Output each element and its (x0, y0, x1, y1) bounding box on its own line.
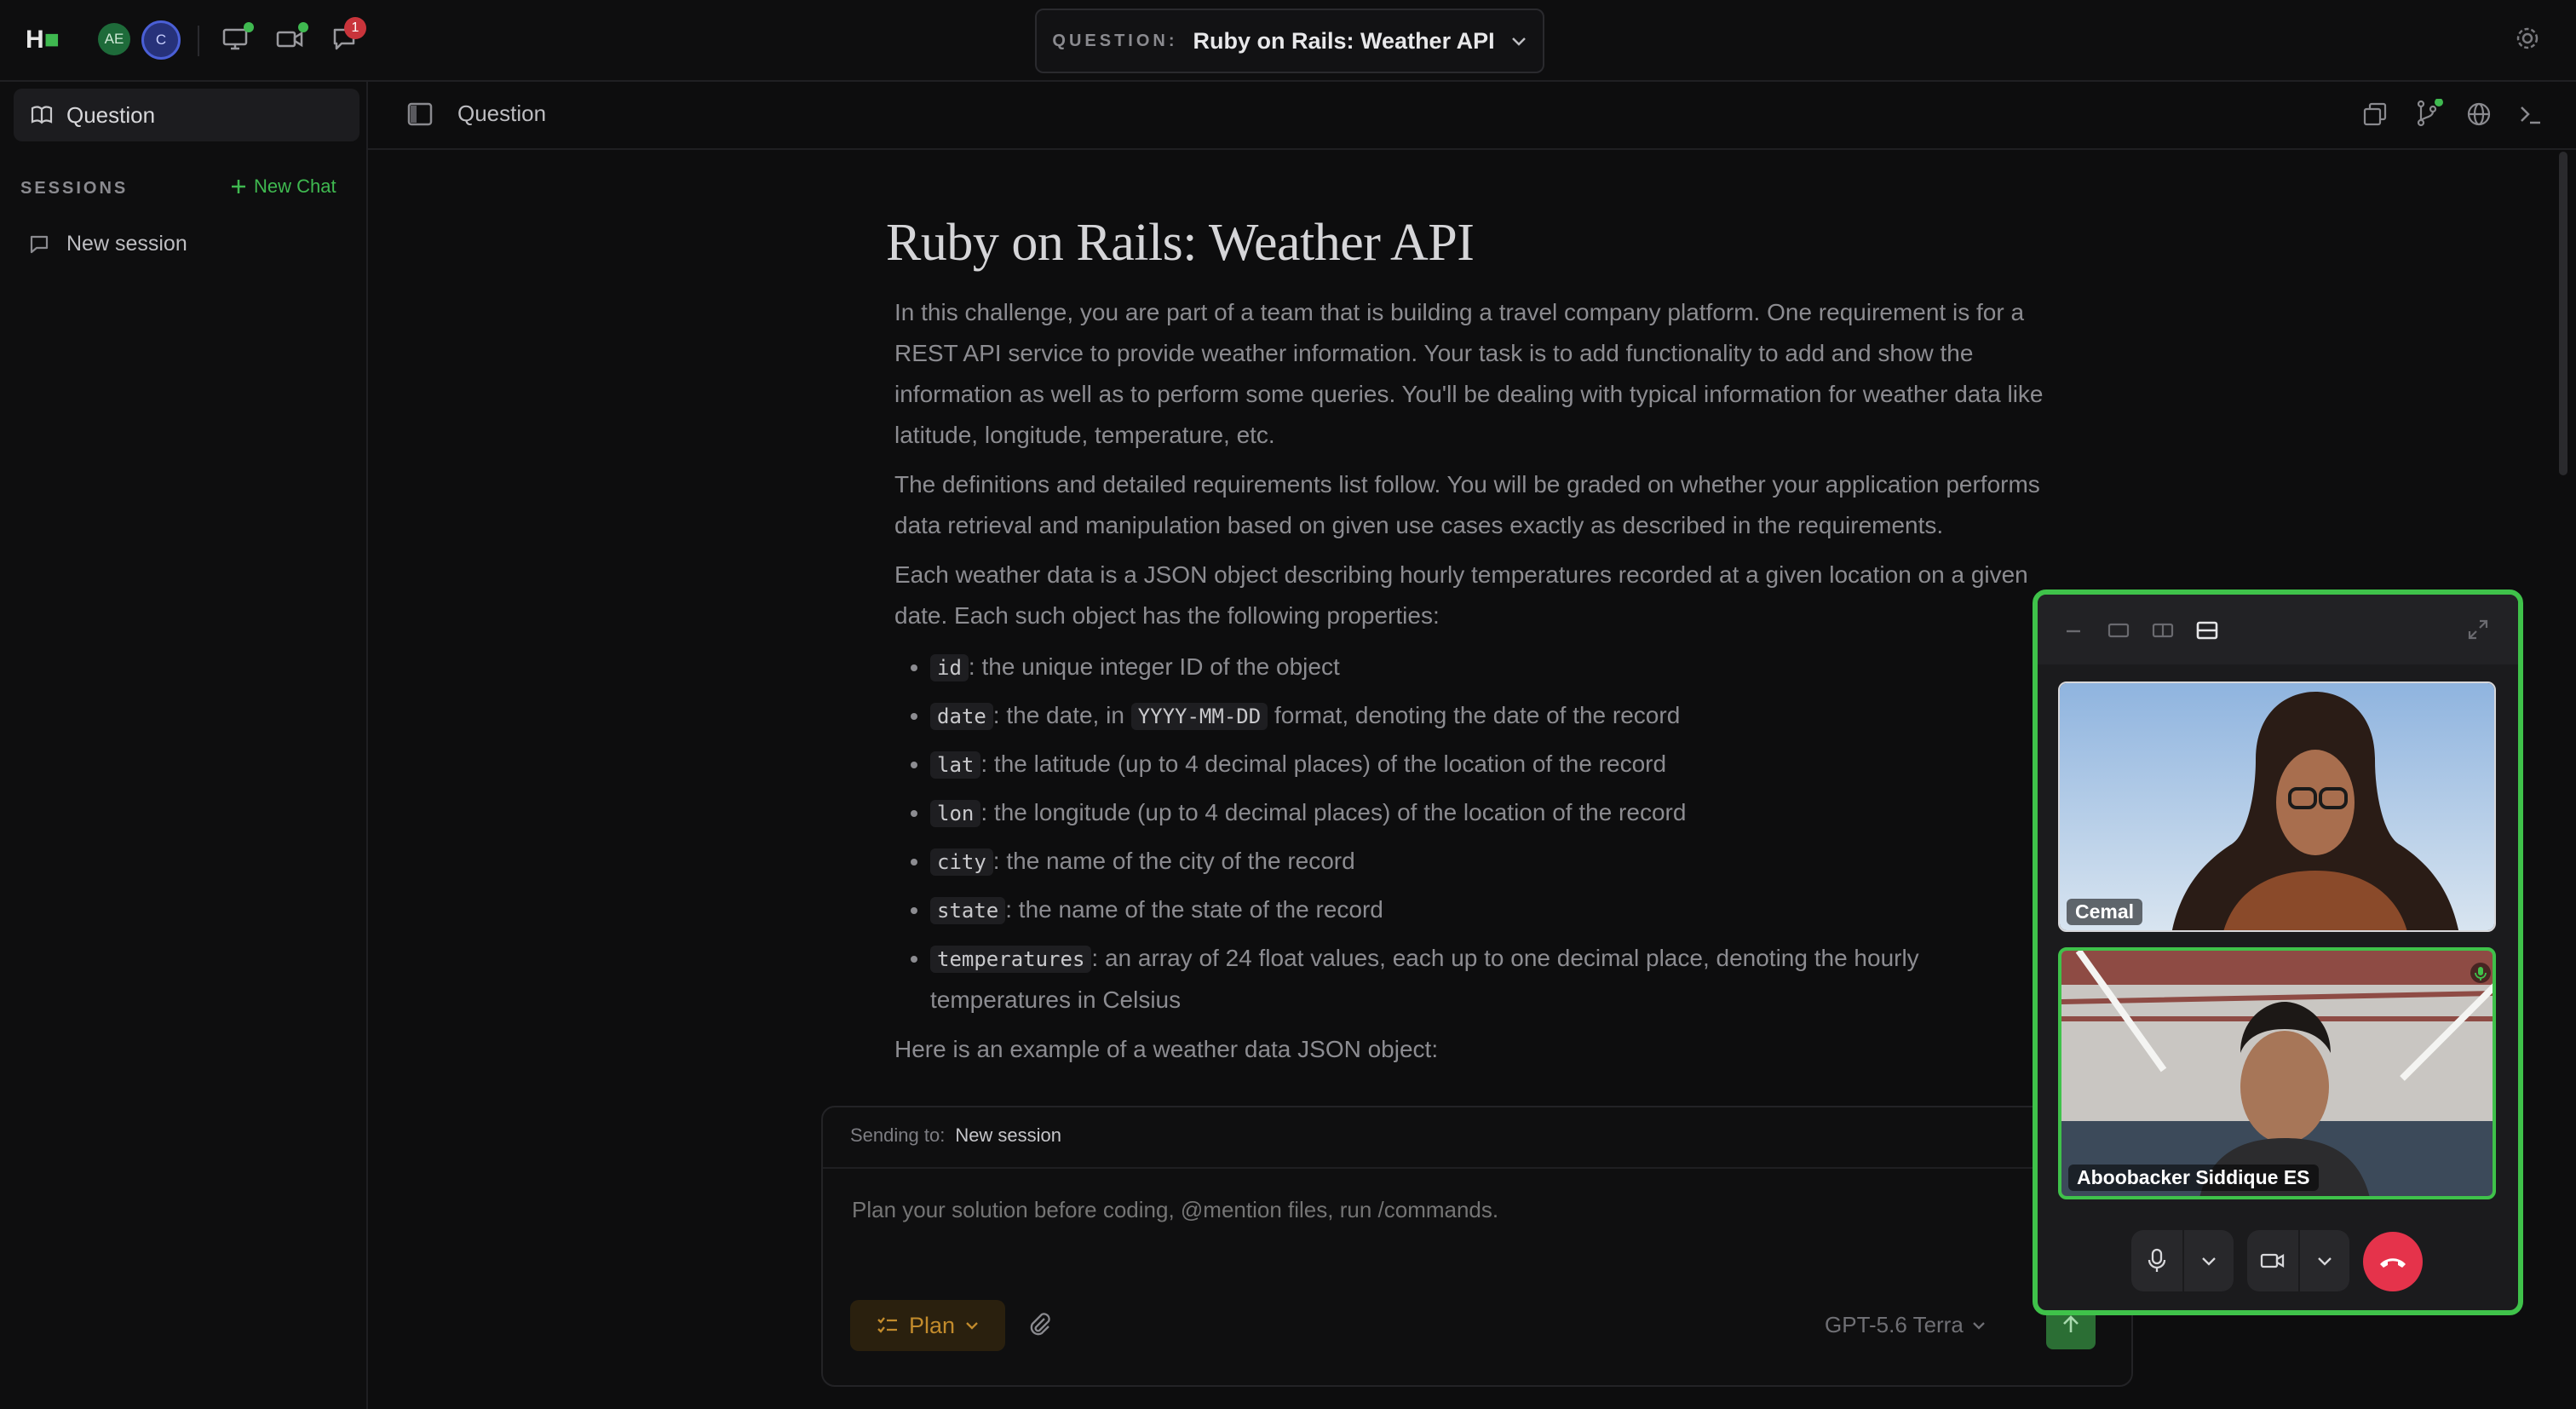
layout-stacked-icon[interactable] (2196, 620, 2218, 641)
paragraph: Each weather data is a JSON object descr… (894, 561, 2028, 629)
main-header-title: Question (457, 101, 547, 126)
expand-icon[interactable] (2467, 618, 2489, 641)
sending-to-session: New session (955, 1124, 1062, 1146)
participant-video-speaking[interactable]: Aboobacker Siddique ES (2058, 947, 2496, 1199)
plus-icon (232, 180, 245, 193)
sidebar (0, 82, 368, 1409)
question-label: QUESTION: (1052, 31, 1178, 50)
attach-icon[interactable] (1026, 1310, 1053, 1337)
page-title: Ruby on Rails: Weather API (886, 214, 1475, 272)
hang-up-button[interactable] (2363, 1232, 2423, 1291)
sidebar-item-label: Question (66, 101, 156, 128)
avatar-active[interactable]: C (141, 20, 181, 60)
arrow-up-icon (2063, 1315, 2079, 1332)
session-list-item[interactable]: New session (29, 232, 187, 256)
chevron-down-icon (1511, 37, 1526, 46)
chat-bubble-icon (30, 235, 49, 253)
list-item: lat: the latitude (up to 4 decimal place… (930, 740, 2044, 789)
question-value: Ruby on Rails: Weather API (1193, 27, 1495, 54)
participant-video-feed (2060, 683, 2494, 930)
list-item: state: the name of the state of the reco… (930, 886, 2044, 935)
notifications-icon[interactable]: 1 (327, 17, 366, 56)
plan-label: Plan (908, 1312, 956, 1338)
globe-icon[interactable] (2467, 102, 2491, 126)
paragraph: The definitions and detailed requirement… (894, 471, 2040, 538)
phone-hangup-icon (2380, 1258, 2406, 1268)
participant-video-feed (2061, 951, 2493, 1196)
divider (823, 1167, 2130, 1169)
sending-to: Sending to: New session (850, 1124, 1062, 1146)
list-item: lon: the longitude (up to 4 decimal plac… (930, 789, 2044, 837)
sessions-heading: SESSIONS (20, 179, 129, 198)
settings-gear-icon[interactable] (2515, 26, 2540, 51)
model-selector[interactable]: GPT-5.6 Terra (1825, 1312, 1986, 1338)
paragraph: In this challenge, you are part of a tea… (894, 299, 2044, 448)
camera-control[interactable] (2247, 1230, 2349, 1291)
copy-icon[interactable] (2363, 102, 2387, 126)
sidebar-item-question[interactable]: Question (14, 89, 359, 141)
chevron-down-icon[interactable] (2300, 1256, 2349, 1266)
chevron-down-icon[interactable] (2184, 1256, 2234, 1266)
session-label: New session (66, 232, 187, 256)
question-selector[interactable]: QUESTION: Ruby on Rails: Weather API (1035, 9, 1544, 73)
plan-mode-button[interactable]: Plan (850, 1300, 1005, 1351)
list-item: temperatures: an array of 24 float value… (930, 935, 2044, 1021)
toggle-sidebar-icon[interactable] (407, 102, 433, 126)
microphone-icon[interactable] (2131, 1248, 2182, 1274)
git-branch-icon[interactable] (2414, 99, 2443, 128)
list-item: id: the unique integer ID of the object (930, 643, 2044, 692)
question-content: Ruby on Rails: Weather API In this chall… (886, 213, 2044, 1070)
scrollbar[interactable] (2559, 152, 2567, 475)
notification-badge: 1 (344, 17, 366, 39)
list-item: city: the name of the city of the record (930, 837, 2044, 886)
new-chat-label: New Chat (254, 175, 336, 197)
chat-input[interactable] (850, 1196, 1876, 1224)
property-list: id: the unique integer ID of the object … (886, 643, 2044, 1021)
participant-name: Aboobacker Siddique ES (2068, 1165, 2319, 1191)
chevron-down-icon (966, 1322, 978, 1330)
participant-name: Cemal (2067, 899, 2143, 925)
speaking-mic-icon (2470, 963, 2491, 983)
layout-side-by-side-icon[interactable] (2152, 622, 2174, 639)
paragraph: Here is an example of a weather data JSO… (894, 1036, 1439, 1062)
layout-single-icon[interactable] (2107, 622, 2130, 639)
book-icon (31, 106, 53, 124)
terminal-icon[interactable] (2518, 102, 2542, 126)
chevron-down-icon (1972, 1321, 1985, 1330)
minimize-icon[interactable] (2065, 629, 2082, 634)
camera-icon[interactable] (2247, 1251, 2298, 1270)
main-header (368, 82, 2576, 150)
divider (198, 26, 199, 56)
screen-share-icon[interactable] (218, 22, 254, 56)
video-call-icon[interactable] (273, 22, 308, 56)
avatar[interactable]: AE (98, 23, 130, 55)
app-logo[interactable]: H■ (26, 26, 60, 55)
participant-video[interactable]: Cemal (2058, 681, 2496, 932)
microphone-control[interactable] (2131, 1230, 2234, 1291)
chat-composer (821, 1106, 2133, 1387)
list-item: date: the date, in YYYY-MM-DD format, de… (930, 692, 2044, 740)
list-checks-icon (877, 1317, 897, 1333)
new-chat-button[interactable]: New Chat (230, 175, 336, 198)
